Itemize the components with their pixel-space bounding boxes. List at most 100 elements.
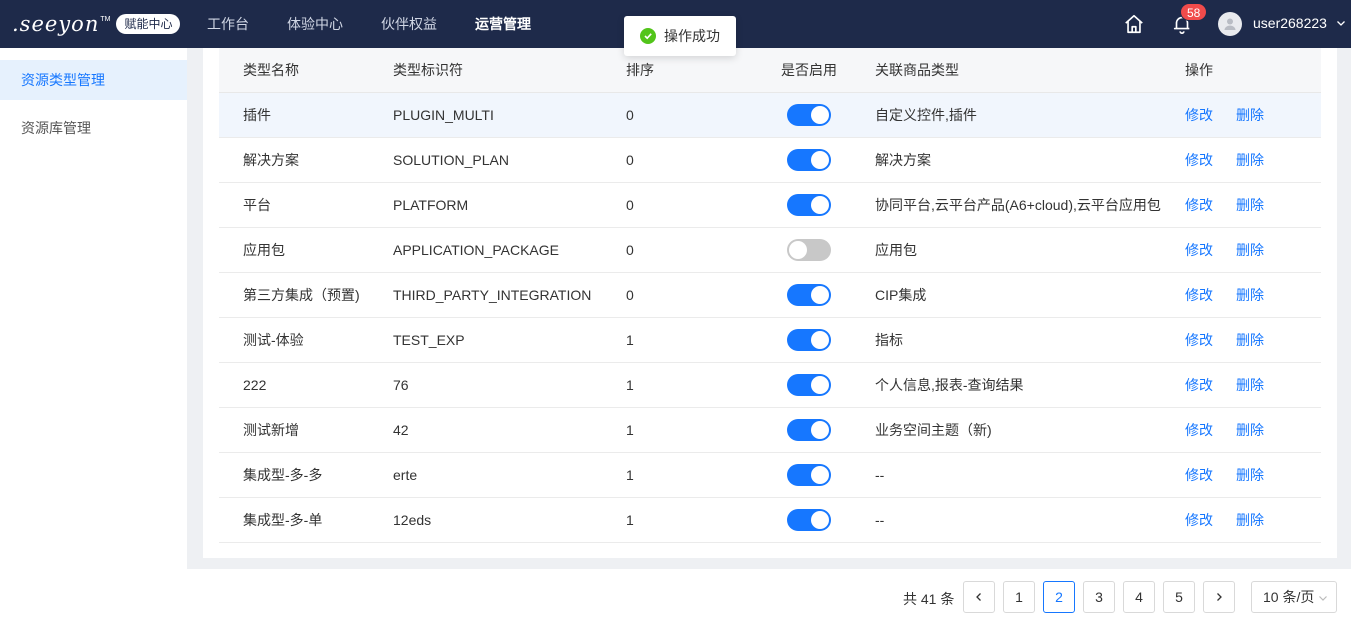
enabled-toggle[interactable] — [787, 419, 831, 441]
edit-link[interactable]: 修改 — [1185, 195, 1213, 215]
delete-link[interactable]: 删除 — [1236, 105, 1264, 125]
cell-enabled — [757, 239, 875, 261]
cell-related-types: 应用包 — [875, 242, 917, 258]
logo-badge: 赋能中心 — [116, 14, 181, 34]
cell-type-name: 测试-体验 — [243, 332, 304, 348]
table-row: 解决方案 SOLUTION_PLAN 0 解决方案 修改 删除 — [219, 138, 1321, 183]
table-header: 类型名称 类型标识符 排序 是否启用 关联商品类型 操作 — [219, 48, 1321, 93]
table-row: 集成型-多-单 12eds 1 -- 修改 删除 — [219, 498, 1321, 543]
edit-link[interactable]: 修改 — [1185, 240, 1213, 260]
cell-enabled — [757, 419, 875, 441]
enabled-toggle[interactable] — [787, 509, 831, 531]
page-4-button[interactable]: 4 — [1123, 581, 1155, 613]
avatar[interactable] — [1218, 12, 1242, 36]
delete-link[interactable]: 删除 — [1236, 240, 1264, 260]
nav-workbench[interactable]: 工作台 — [188, 0, 268, 48]
cell-actions: 修改 删除 — [1185, 105, 1321, 125]
cell-enabled — [757, 464, 875, 486]
cell-related-types: 解决方案 — [875, 152, 931, 168]
edit-link[interactable]: 修改 — [1185, 510, 1213, 530]
sidebar-item-resource-types[interactable]: 资源类型管理 — [0, 60, 187, 100]
cell-type-code: TEST_EXP — [393, 332, 465, 348]
cell-order: 0 — [626, 242, 634, 258]
check-circle-icon — [640, 28, 656, 44]
cell-related-types: 业务空间主题（新) — [875, 422, 992, 438]
main-nav: 工作台 体验中心 伙伴权益 运营管理 — [188, 0, 550, 48]
cell-enabled — [757, 284, 875, 306]
page-3-button[interactable]: 3 — [1083, 581, 1115, 613]
chevron-down-icon[interactable] — [1336, 18, 1346, 28]
edit-link[interactable]: 修改 — [1185, 375, 1213, 395]
page-5-button[interactable]: 5 — [1163, 581, 1195, 613]
table-row: 第三方集成（预置) THIRD_PARTY_INTEGRATION 0 CIP集成 修改… — [219, 273, 1321, 318]
edit-link[interactable]: 修改 — [1185, 150, 1213, 170]
pagination-bar: 共 41 条 1 2 3 4 5 10 条/页 — [187, 569, 1351, 623]
prev-page-button[interactable] — [963, 581, 995, 613]
enabled-toggle[interactable] — [787, 374, 831, 396]
edit-link[interactable]: 修改 — [1185, 285, 1213, 305]
user-icon — [1224, 18, 1236, 30]
cell-related-types: CIP集成 — [875, 287, 927, 303]
logo-tm: TM — [100, 15, 111, 23]
delete-link[interactable]: 删除 — [1236, 420, 1264, 440]
delete-link[interactable]: 删除 — [1236, 150, 1264, 170]
col-header-enabled: 是否启用 — [781, 62, 837, 78]
cell-type-code: PLUGIN_MULTI — [393, 107, 494, 123]
sidebar-item-resource-library[interactable]: 资源库管理 — [0, 108, 187, 148]
delete-link[interactable]: 删除 — [1236, 375, 1264, 395]
enabled-toggle[interactable] — [787, 329, 831, 351]
edit-link[interactable]: 修改 — [1185, 420, 1213, 440]
col-header-name: 类型名称 — [243, 62, 299, 78]
delete-link[interactable]: 删除 — [1236, 195, 1264, 215]
cell-type-name: 集成型-多-多 — [243, 467, 323, 483]
enabled-toggle[interactable] — [787, 464, 831, 486]
enabled-toggle[interactable] — [787, 284, 831, 306]
enabled-toggle[interactable] — [787, 194, 831, 216]
cell-order: 1 — [626, 377, 634, 393]
cell-type-code: erte — [393, 467, 418, 483]
cell-type-name: 插件 — [243, 107, 271, 123]
cell-actions: 修改 删除 — [1185, 285, 1321, 305]
next-page-button[interactable] — [1203, 581, 1235, 613]
nav-partner-rights[interactable]: 伙伴权益 — [362, 0, 456, 48]
nav-operations[interactable]: 运营管理 — [456, 0, 550, 48]
home-icon[interactable] — [1123, 13, 1145, 35]
cell-type-name: 集成型-多-单 — [243, 512, 323, 528]
table-row: 应用包 APPLICATION_PACKAGE 0 应用包 修改 删除 — [219, 228, 1321, 273]
cell-type-name: 222 — [243, 377, 267, 393]
delete-link[interactable]: 删除 — [1236, 285, 1264, 305]
username[interactable]: user268223 — [1253, 15, 1327, 31]
cell-order: 1 — [626, 332, 634, 348]
page-size-select[interactable]: 10 条/页 — [1251, 581, 1337, 613]
nav-experience-center[interactable]: 体验中心 — [268, 0, 362, 48]
cell-enabled — [757, 329, 875, 351]
cell-actions: 修改 删除 — [1185, 330, 1321, 350]
page-1-button[interactable]: 1 — [1003, 581, 1035, 613]
delete-link[interactable]: 删除 — [1236, 465, 1264, 485]
table-body: 插件 PLUGIN_MULTI 0 自定义控件,插件 修改 删除 解决方案 SOLUTION_… — [219, 93, 1321, 543]
edit-link[interactable]: 修改 — [1185, 465, 1213, 485]
cell-order: 0 — [626, 197, 634, 213]
enabled-toggle[interactable] — [787, 104, 831, 126]
cell-actions: 修改 删除 — [1185, 420, 1321, 440]
notification-badge: 58 — [1180, 3, 1208, 21]
cell-actions: 修改 删除 — [1185, 150, 1321, 170]
total-count: 共 41 条 — [903, 591, 955, 607]
delete-link[interactable]: 删除 — [1236, 510, 1264, 530]
page-2-button[interactable]: 2 — [1043, 581, 1075, 613]
cell-type-code: THIRD_PARTY_INTEGRATION — [393, 287, 592, 303]
logo[interactable]: .seeyon TM 赋能中心 — [12, 12, 181, 36]
col-header-actions: 操作 — [1185, 62, 1213, 78]
enabled-toggle[interactable] — [787, 239, 831, 261]
enabled-toggle[interactable] — [787, 149, 831, 171]
cell-actions: 修改 删除 — [1185, 510, 1321, 530]
table-card: 类型名称 类型标识符 排序 是否启用 关联商品类型 操作 插件 PLUGIN_MU… — [203, 48, 1337, 558]
cell-order: 0 — [626, 107, 634, 123]
col-header-related: 关联商品类型 — [875, 62, 959, 78]
edit-link[interactable]: 修改 — [1185, 105, 1213, 125]
delete-link[interactable]: 删除 — [1236, 330, 1264, 350]
edit-link[interactable]: 修改 — [1185, 330, 1213, 350]
success-toast: 操作成功 — [624, 16, 736, 56]
table-row: 插件 PLUGIN_MULTI 0 自定义控件,插件 修改 删除 — [219, 93, 1321, 138]
logo-text: .seeyon — [12, 12, 100, 36]
